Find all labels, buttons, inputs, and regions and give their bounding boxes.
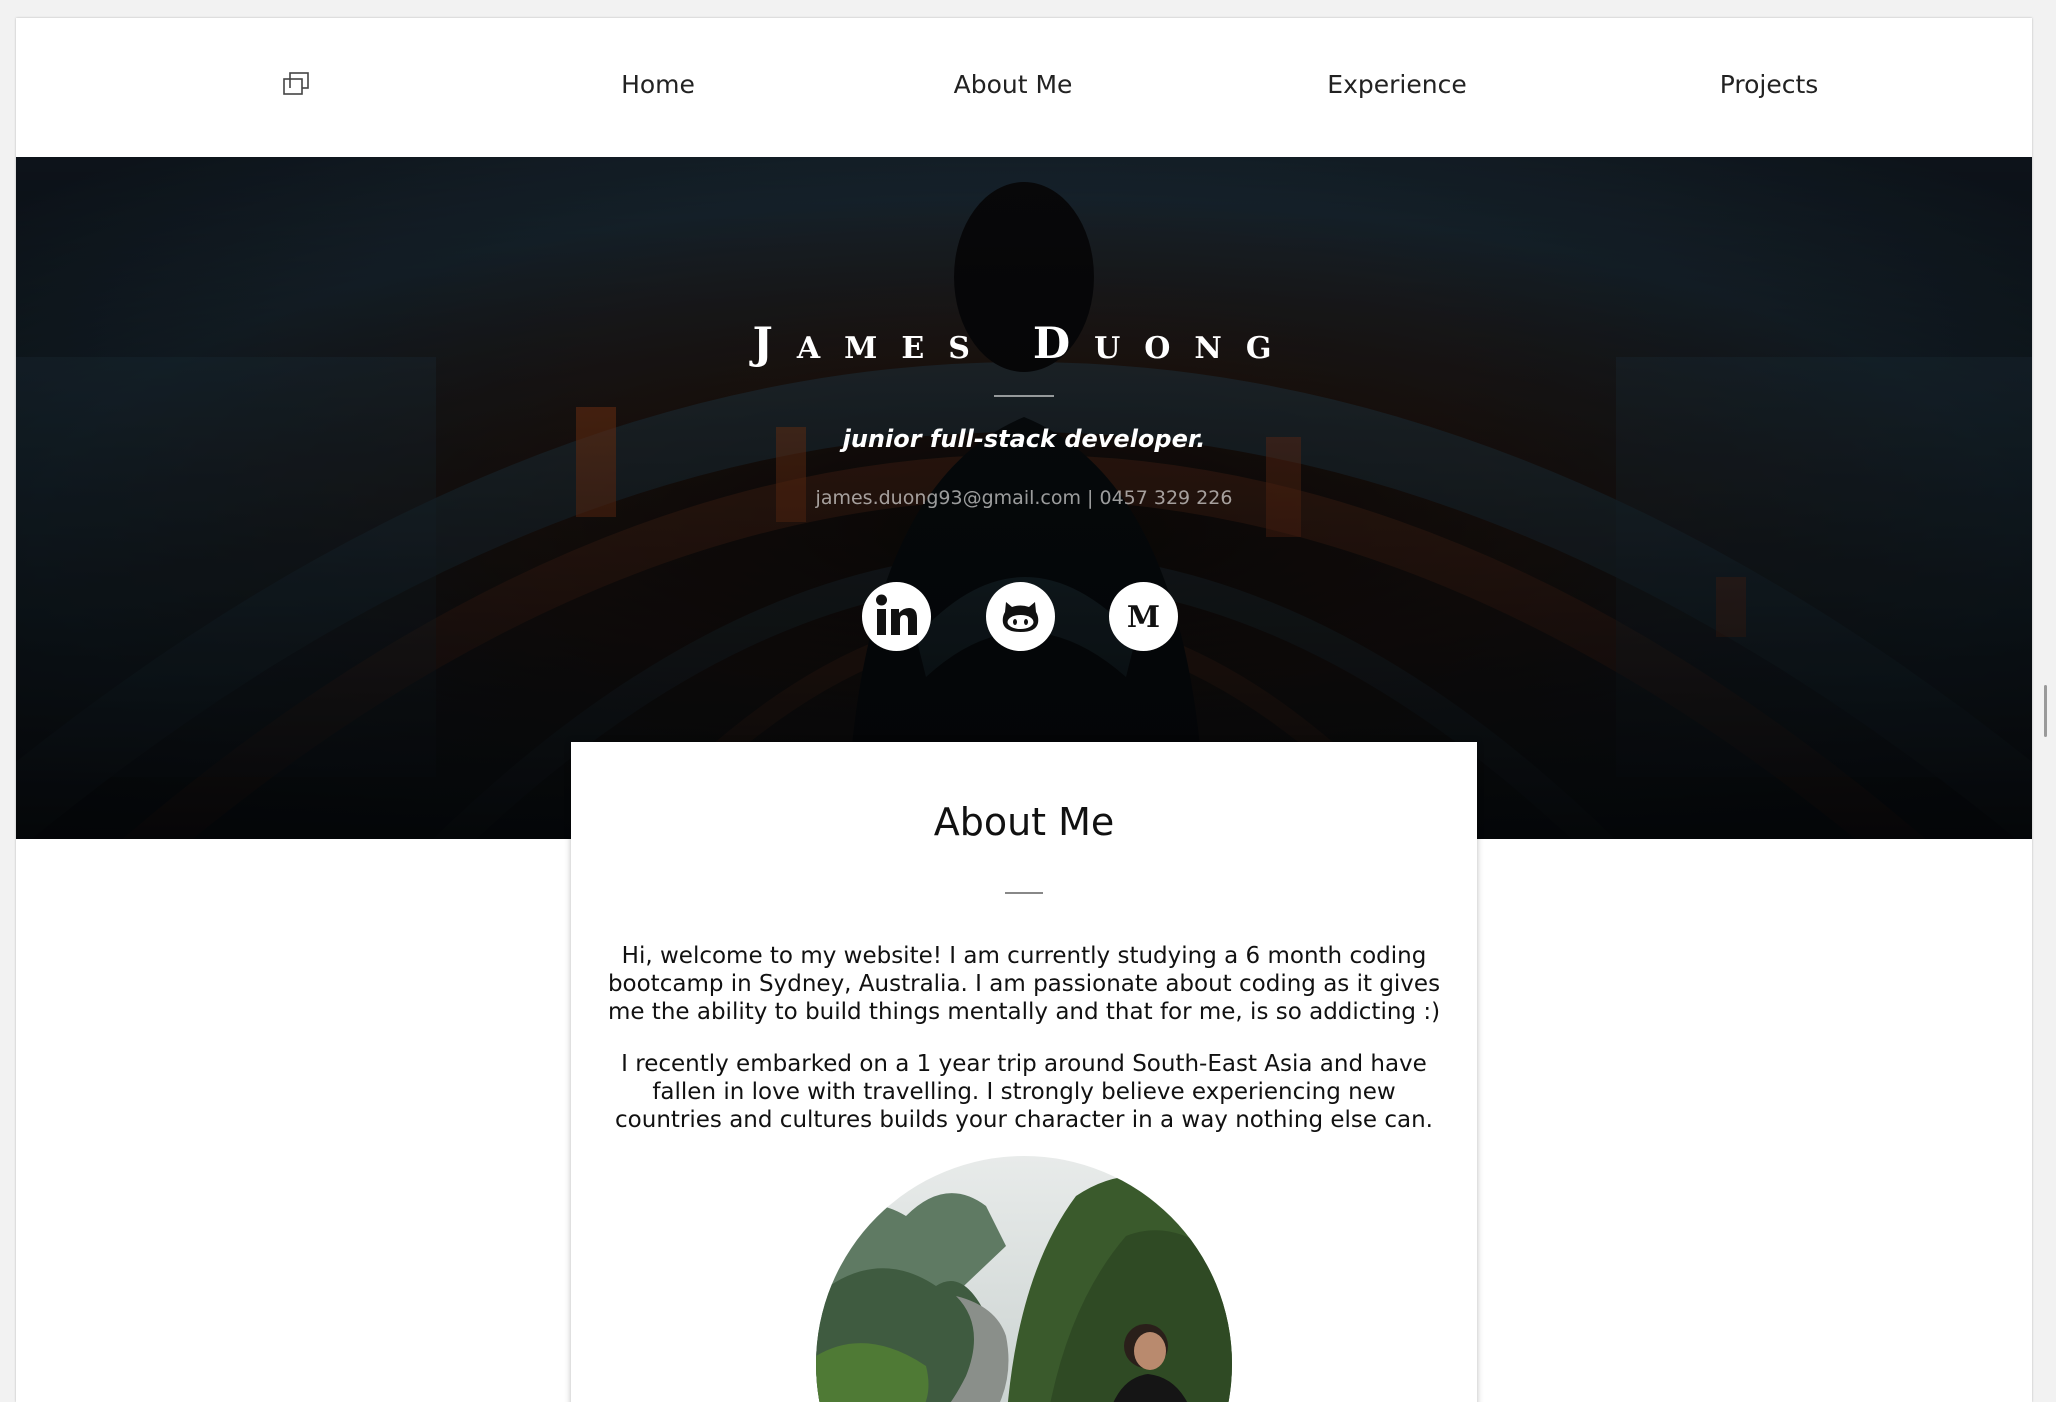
page: Home About Me Experience Projects James … [16,18,2032,1402]
nav-projects[interactable]: Projects [1720,70,1819,99]
about-me-title: About Me [933,800,1115,844]
nav-about-me[interactable]: About Me [954,70,1073,99]
medium-button[interactable]: M [1109,582,1178,651]
about-me-card: About Me Hi, welcome to my website! I am… [571,742,1477,1402]
linkedin-button[interactable] [862,582,931,651]
about-me-divider [1005,892,1043,894]
hero-tagline: junior full-stack developer. [842,425,1206,453]
github-button[interactable] [986,582,1055,651]
scrollbar-thumb[interactable] [2044,685,2047,737]
github-icon [1002,602,1039,632]
hero-name: James Duong [752,319,1296,369]
svg-text:M: M [1127,600,1160,635]
hero-banner: James Duong junior full-stack developer.… [16,157,2032,839]
navbar: Home About Me Experience Projects [16,18,2032,157]
nav-experience[interactable]: Experience [1327,70,1466,99]
medium-icon: M [1127,600,1160,635]
about-paragraph-2: I recently embarked on a 1 year trip aro… [615,1051,1433,1133]
profile-photo [816,1156,1232,1402]
nav-home[interactable]: Home [621,70,695,99]
hero-divider [994,395,1054,397]
linkedin-icon [876,594,917,635]
about-paragraph-1: Hi, welcome to my website! I am currentl… [607,943,1441,1025]
logo-icon[interactable] [281,71,313,101]
hero-contact: james.duong93@gmail.com | 0457 329 226 [815,487,1233,509]
